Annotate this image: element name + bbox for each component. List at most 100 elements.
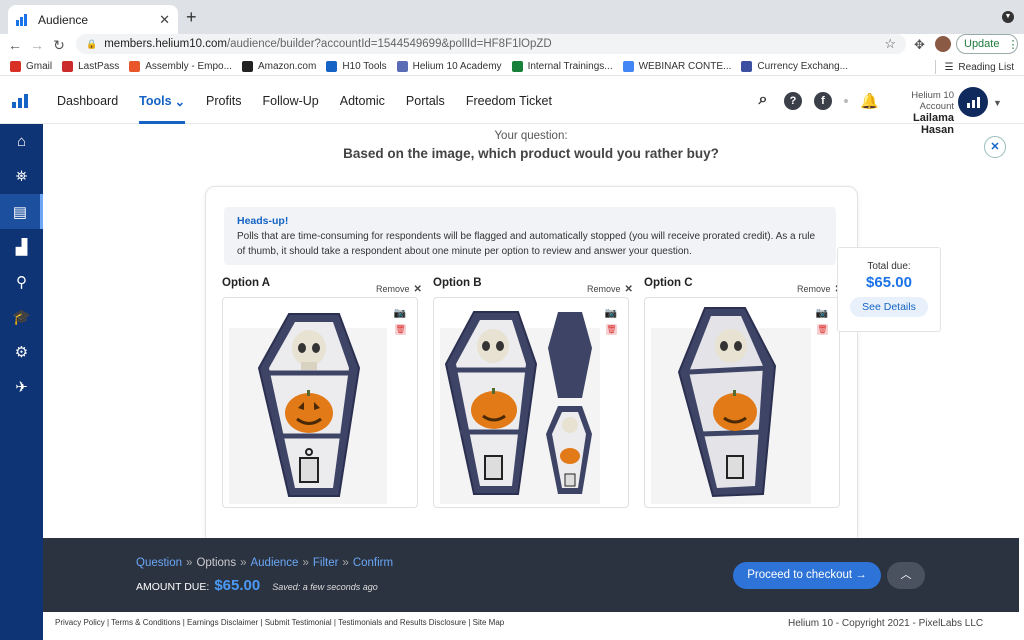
trash-icon[interactable]: 🗑 [606, 324, 617, 335]
checkout-step-bar: Question» Options» Audience» Filter» Confirm… [43, 538, 1019, 612]
bookmark-item[interactable]: Internal Trainings... [511, 61, 613, 72]
heads-up-title: Heads-up! [237, 215, 289, 227]
analytics-icon[interactable]: ▟ [0, 229, 43, 264]
bookmark-item[interactable]: Assembly - Empo... [129, 61, 232, 72]
bookmark-label: Currency Exchang... [757, 61, 849, 72]
question-text: Based on the image, which product would … [343, 146, 719, 161]
bookmark-item[interactable]: Currency Exchang... [741, 61, 848, 72]
bookmark-label: H10 Tools [342, 61, 387, 72]
step-confirm[interactable]: Confirm [353, 557, 393, 569]
bookmark-item[interactable]: Amazon.com [241, 61, 317, 72]
footer-links[interactable]: Privacy Policy | Terms & Conditions | Ea… [55, 618, 504, 627]
bookmarks-bar: Gmail LastPass Assembly - Empo... Amazon.co… [0, 58, 1024, 76]
camera-icon[interactable]: 📷 [394, 308, 406, 319]
option-b-coffin-shelf-image [440, 311, 600, 504]
option-b-remove-button[interactable]: Remove ✕ [587, 284, 633, 295]
keyword-icon[interactable]: ⚲ [0, 264, 43, 299]
nav-item-label: Dashboard [57, 94, 119, 108]
amount-due: AMOUNT DUE: $65.00 Saved: a few seconds … [136, 577, 378, 594]
address-bar[interactable]: 🔒 members.helium10.com/audience/builder?… [76, 34, 906, 54]
option-a-coffin-shelf-image [229, 313, 387, 504]
home-icon[interactable]: ⌂ [0, 124, 43, 159]
browser-tab[interactable]: Audience ✕ [8, 5, 178, 34]
back-icon[interactable]: ← [4, 37, 26, 53]
facebook-icon[interactable]: f [814, 92, 832, 110]
help-icon[interactable]: ? [784, 92, 802, 110]
proceed-to-checkout-button[interactable]: Proceed to checkout → [733, 562, 881, 589]
profile-avatar[interactable] [935, 36, 951, 52]
camera-icon[interactable]: 📷 [605, 308, 617, 319]
bookmark-favicon-icon [622, 61, 634, 72]
new-tab-icon[interactable]: + [186, 7, 197, 28]
sidebar: ⌂ ⛯ ▤ ▟ ⚲ 🎓 ⚙ ✈ [0, 124, 43, 640]
bookmark-item[interactable]: LastPass [62, 61, 119, 72]
bookmarks-divider [935, 60, 937, 74]
option-a-image-box[interactable]: 📷 🗑 [222, 297, 418, 508]
reading-list[interactable]: ☰ Reading List [935, 60, 1014, 74]
extensions-icon[interactable]: ✥ [914, 37, 925, 53]
bookmark-item[interactable]: Gmail [10, 61, 52, 72]
close-icon[interactable]: ✕ [984, 136, 1006, 158]
checkout-label: Proceed to checkout [747, 569, 853, 581]
bookmark-favicon-icon [326, 61, 338, 72]
bookmark-label: Gmail [26, 61, 53, 72]
nav-item-follow-up[interactable]: Follow-Up [262, 78, 318, 124]
nav-item-label: Freedom Ticket [465, 94, 552, 108]
settings-icon[interactable]: ⚙ [0, 334, 43, 369]
chevron-down-icon[interactable]: ▼ [993, 98, 1002, 108]
helium10-logo[interactable] [12, 94, 28, 108]
bookmark-item[interactable]: Helium 10 Academy [396, 61, 502, 72]
bookmark-label: Amazon.com [257, 61, 317, 72]
nav-item-tools[interactable]: Tools ⌄ [139, 78, 185, 124]
bookmark-star-icon[interactable]: ☆ [884, 36, 896, 52]
binoculars-icon[interactable]: ⛯ [0, 159, 43, 194]
trash-icon[interactable]: 🗑 [817, 324, 828, 335]
chevron-down-icon: ⌄ [174, 94, 186, 109]
step-audience[interactable]: Audience [250, 557, 298, 569]
trash-icon[interactable]: 🗑 [395, 324, 406, 335]
header-icons: ⌕ ? f 🔔 [754, 92, 879, 110]
nav-item-adtomic[interactable]: Adtomic [340, 78, 385, 124]
helium10-favicon-icon [16, 13, 30, 26]
close-icon: ✕ [413, 284, 422, 295]
bookmark-item[interactable]: WEBINAR CONTE... [622, 61, 731, 72]
bookmark-item[interactable]: H10 Tools [326, 61, 387, 72]
more-icon: ⋮ [1007, 38, 1019, 51]
option-b-image-box[interactable]: 📷 🗑 [433, 297, 629, 508]
nav-item-dashboard[interactable]: Dashboard [57, 78, 118, 124]
search-icon[interactable]: ⌕ [754, 92, 772, 110]
bookmark-favicon-icon [129, 61, 141, 72]
bookmark-label: Assembly - Empo... [145, 61, 232, 72]
reload-icon[interactable]: ↻ [48, 37, 70, 54]
nav-item-label: Follow-Up [262, 94, 319, 108]
camera-icon[interactable]: 📷 [816, 308, 828, 319]
option-a-title: Option A [222, 277, 271, 289]
step-question[interactable]: Question [136, 557, 182, 569]
option-c-image-box[interactable]: 📷 🗑 [644, 297, 840, 508]
tab-close-icon[interactable]: ✕ [159, 12, 170, 28]
total-due-label: Total due: [867, 261, 911, 272]
step-options: Options [196, 557, 237, 569]
nav-item-freedom-ticket[interactable]: Freedom Ticket [466, 78, 552, 124]
option-a-remove-button[interactable]: Remove ✕ [376, 284, 422, 295]
breadcrumb-separator: » [186, 557, 193, 569]
question-label: Your question: [494, 130, 568, 142]
nav-item-profits[interactable]: Profits [206, 78, 241, 124]
audience-icon[interactable]: ▤ [0, 194, 43, 229]
academy-icon[interactable]: 🎓 [0, 299, 43, 334]
option-b-title: Option B [433, 277, 482, 289]
update-button[interactable]: Update ⋮ [956, 34, 1018, 54]
chevron-up-icon: ︿ [900, 569, 912, 581]
step-filter[interactable]: Filter [313, 557, 339, 569]
bell-icon[interactable]: 🔔 [860, 92, 879, 110]
see-details-button[interactable]: See Details [850, 297, 928, 317]
bookmark-label: Internal Trainings... [527, 61, 613, 72]
scroll-up-button[interactable]: ︿ [887, 562, 925, 589]
nav-item-label: Adtomic [339, 94, 385, 108]
avatar[interactable] [958, 87, 988, 117]
browser-toolbar: ← → ↻ 🔒 members.helium10.com/audience/bu… [0, 34, 1024, 56]
nav-item-portals[interactable]: Portals [406, 78, 445, 124]
rocket-icon[interactable]: ✈ [0, 369, 43, 404]
forward-icon[interactable]: → [26, 37, 48, 53]
tab-search-icon[interactable]: ▼ [1002, 11, 1014, 23]
